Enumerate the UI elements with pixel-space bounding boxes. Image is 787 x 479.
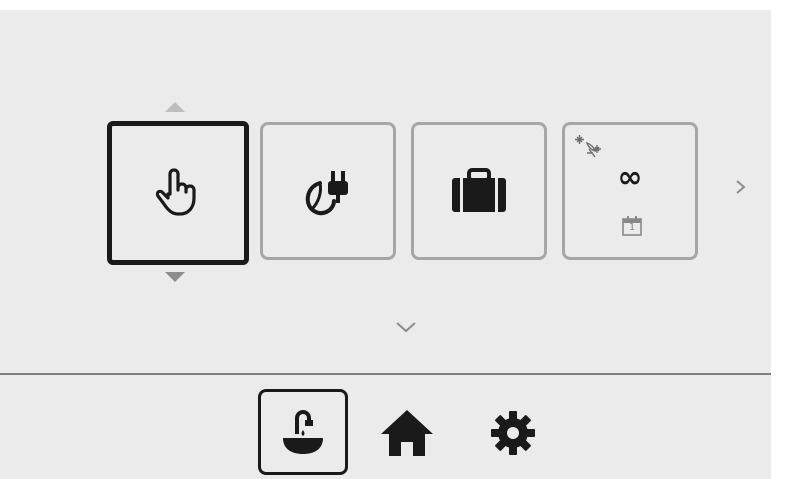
infinity-label: ∞: [617, 160, 643, 195]
eco-plug-icon: [305, 171, 348, 216]
calendar-day: 1: [628, 222, 636, 233]
mode-tile-manual[interactable]: [107, 121, 249, 265]
gear-icon: [491, 411, 535, 455]
hand-pointer-icon: [156, 168, 196, 216]
home-icon: [381, 410, 433, 456]
frame-top: [0, 0, 787, 10]
mode-tile-holiday[interactable]: [411, 122, 547, 260]
chevron-down-icon[interactable]: [395, 320, 417, 334]
nav-tap-water-button[interactable]: [258, 389, 348, 475]
frame-right: [771, 0, 787, 479]
calendar-icon: 1: [621, 215, 643, 237]
nav-settings-button[interactable]: [478, 398, 548, 468]
mode-tile-permanent[interactable]: ∞ 1: [562, 122, 698, 260]
mode-tile-eco[interactable]: [260, 122, 396, 260]
nav-home-button[interactable]: [372, 398, 442, 468]
scroll-up-arrow-icon[interactable]: [165, 102, 185, 112]
sparkle-icon: [575, 135, 601, 158]
scroll-down-arrow-icon[interactable]: [165, 272, 185, 282]
suitcase-icon: [452, 168, 506, 212]
tap-water-icon: [283, 410, 323, 454]
chevron-right-icon[interactable]: [733, 180, 747, 194]
